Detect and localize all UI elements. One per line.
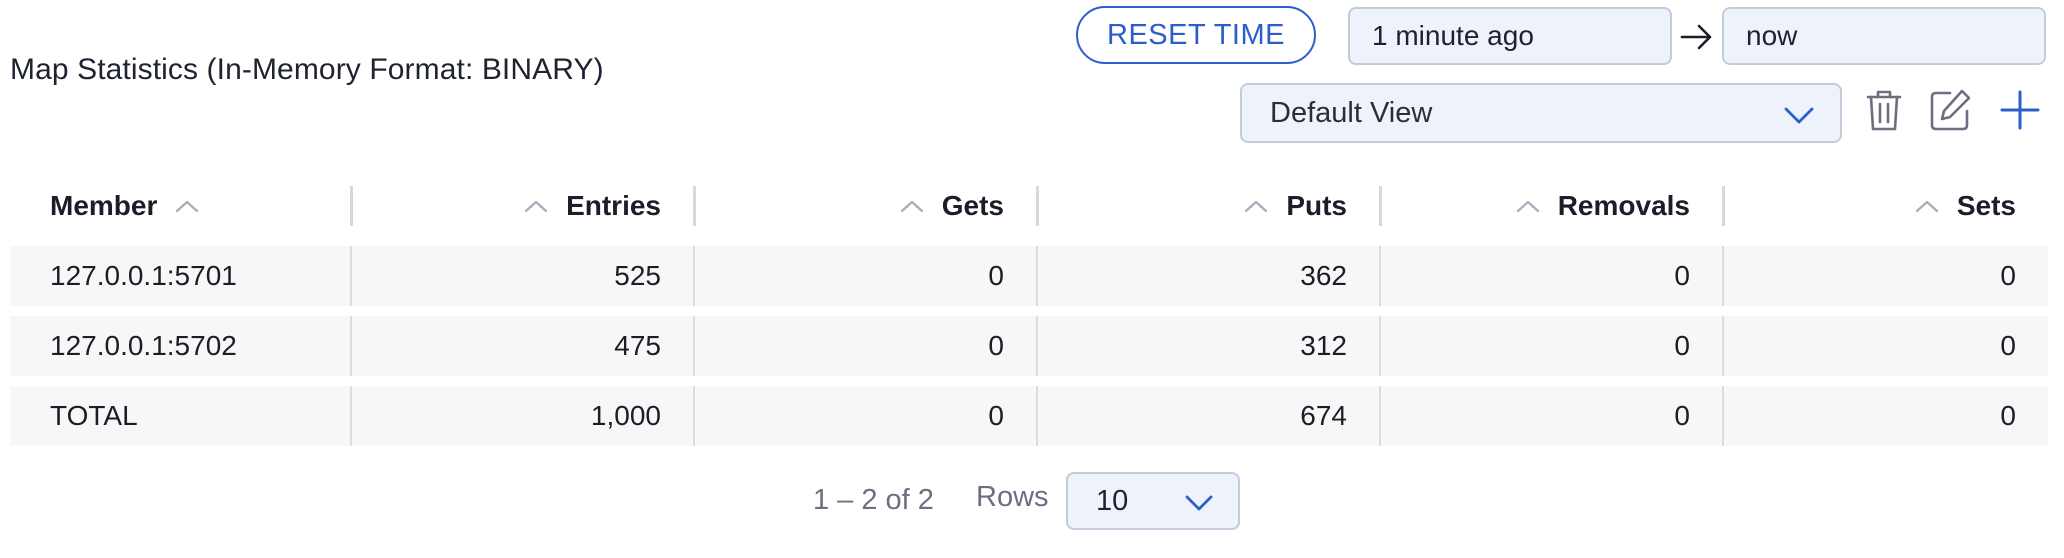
table-cell-member: 127.0.0.1:5702: [50, 330, 237, 361]
column-divider: [693, 246, 695, 306]
reset-time-button[interactable]: RESET TIME: [1076, 6, 1316, 64]
column-divider: [1722, 316, 1724, 376]
column-header-label: Member: [50, 190, 158, 221]
table-cell-puts: 674: [1300, 400, 1347, 431]
sort-icon[interactable]: [524, 199, 548, 213]
rows-per-page-select[interactable]: 10: [1066, 472, 1240, 530]
page-title: Map Statistics (In-Memory Format: BINARY…: [10, 53, 604, 86]
table-header-row: Member Entries Gets Puts Removals Sets: [10, 176, 2048, 236]
sort-icon[interactable]: [1915, 199, 1939, 213]
column-header-label: Sets: [1956, 190, 2016, 221]
column-divider: [1036, 246, 1038, 306]
sort-icon[interactable]: [1244, 199, 1268, 213]
rows-per-page-value: 10: [1096, 484, 1129, 517]
table-cell-removals: 0: [1674, 400, 1690, 431]
column-header-label: Removals: [1557, 190, 1690, 221]
rows-per-page-label: Rows: [976, 481, 1049, 513]
arrow-right-icon: [1680, 24, 1712, 50]
table-cell-sets: 0: [2000, 400, 2016, 431]
table-cell-gets: 0: [988, 330, 1004, 361]
sort-icon[interactable]: [1516, 199, 1540, 213]
table-cell-member: TOTAL: [50, 400, 138, 431]
column-header-label: Gets: [941, 190, 1004, 221]
edit-icon[interactable]: [1926, 86, 1974, 134]
view-select[interactable]: Default View: [1240, 83, 1842, 143]
table-cell-puts: 362: [1300, 260, 1347, 291]
column-divider: [350, 386, 352, 446]
column-header-label: Entries: [566, 190, 661, 221]
column-header-entries[interactable]: Entries: [353, 176, 693, 236]
time-to-input[interactable]: now: [1722, 7, 2046, 65]
column-divider: [1722, 386, 1724, 446]
table-cell-gets: 0: [988, 400, 1004, 431]
table-cell-sets: 0: [2000, 260, 2016, 291]
pagination-range: 1 – 2 of 2: [813, 484, 934, 516]
table-row: 127.0.0.1:5702 475 0 312 0 0: [10, 316, 2048, 376]
column-divider: [1379, 316, 1381, 376]
table-row: 127.0.0.1:5701 525 0 362 0 0: [10, 246, 2048, 306]
column-divider: [1036, 386, 1038, 446]
trash-icon[interactable]: [1860, 86, 1908, 134]
chevron-down-icon: [1185, 495, 1213, 511]
sort-icon[interactable]: [175, 199, 199, 213]
time-from-value: 1 minute ago: [1372, 20, 1534, 51]
table-cell-removals: 0: [1674, 330, 1690, 361]
column-divider: [350, 316, 352, 376]
column-divider: [693, 386, 695, 446]
column-divider: [1379, 246, 1381, 306]
column-header-sets[interactable]: Sets: [1725, 176, 2048, 236]
column-divider: [693, 316, 695, 376]
time-from-input[interactable]: 1 minute ago: [1348, 7, 1672, 65]
column-divider: [350, 246, 352, 306]
table-cell-member: 127.0.0.1:5701: [50, 260, 237, 291]
table-cell-entries: 525: [614, 260, 661, 291]
plus-icon[interactable]: [1996, 86, 2044, 134]
column-header-removals[interactable]: Removals: [1382, 176, 1722, 236]
column-header-puts[interactable]: Puts: [1039, 176, 1379, 236]
column-header-member[interactable]: Member: [10, 176, 350, 236]
table-cell-gets: 0: [988, 260, 1004, 291]
time-to-value: now: [1746, 20, 1798, 51]
chevron-down-icon: [1784, 107, 1814, 124]
table-cell-sets: 0: [2000, 330, 2016, 361]
table-cell-entries: 1,000: [590, 400, 661, 431]
column-divider: [1379, 386, 1381, 446]
sort-icon[interactable]: [900, 199, 924, 213]
view-select-value: Default View: [1270, 96, 1433, 129]
column-header-label: Puts: [1286, 190, 1347, 221]
table-cell-entries: 475: [614, 330, 661, 361]
column-divider: [1036, 316, 1038, 376]
table-cell-removals: 0: [1674, 260, 1690, 291]
table-row-total: TOTAL 1,000 0 674 0 0: [10, 386, 2048, 446]
column-divider: [1722, 246, 1724, 306]
column-header-gets[interactable]: Gets: [696, 176, 1036, 236]
table-cell-puts: 312: [1300, 330, 1347, 361]
